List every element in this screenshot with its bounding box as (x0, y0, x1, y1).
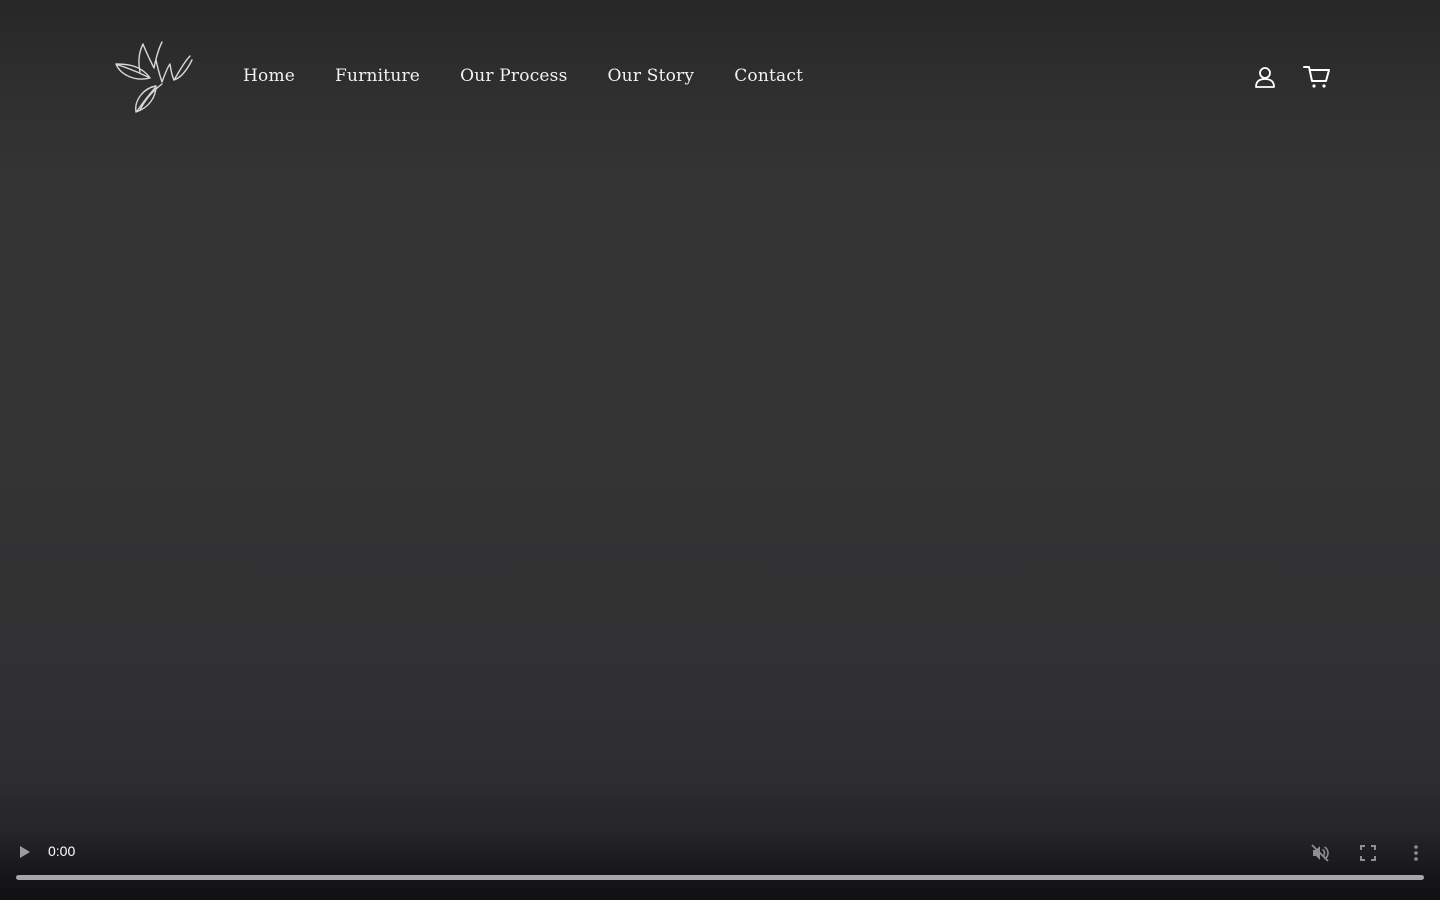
video-progress-bar[interactable] (16, 875, 1424, 880)
leaf-monogram-logo-icon (115, 41, 193, 113)
nav-link-contact[interactable]: Contact (734, 66, 803, 86)
fullscreen-button[interactable] (1357, 842, 1379, 864)
fullscreen-icon (1360, 845, 1376, 861)
nav-link-our-process[interactable]: Our Process (460, 66, 567, 86)
video-controls: 0:00 (0, 830, 1440, 900)
person-icon (1255, 67, 1275, 88)
cart-button[interactable] (1302, 62, 1332, 92)
hero-video[interactable]: Home Furniture Our Process Our Story Con… (0, 0, 1440, 900)
vertical-dots-icon (1414, 845, 1418, 861)
brand-logo[interactable] (110, 38, 196, 116)
account-button[interactable] (1250, 62, 1280, 92)
muted-speaker-icon (1311, 844, 1329, 862)
mute-button[interactable] (1309, 842, 1331, 864)
nav-link-furniture[interactable]: Furniture (335, 66, 420, 86)
main-nav: Home Furniture Our Process Our Story Con… (243, 62, 843, 90)
play-icon (20, 846, 30, 858)
current-time: 0:00 (48, 843, 76, 859)
more-options-button[interactable] (1405, 842, 1427, 864)
play-button[interactable] (14, 842, 36, 862)
nav-link-home[interactable]: Home (243, 66, 295, 86)
site-header: Home Furniture Our Process Our Story Con… (0, 0, 1440, 150)
nav-link-our-story[interactable]: Our Story (608, 66, 695, 86)
cart-icon (1303, 66, 1330, 88)
header-actions (1250, 62, 1332, 92)
